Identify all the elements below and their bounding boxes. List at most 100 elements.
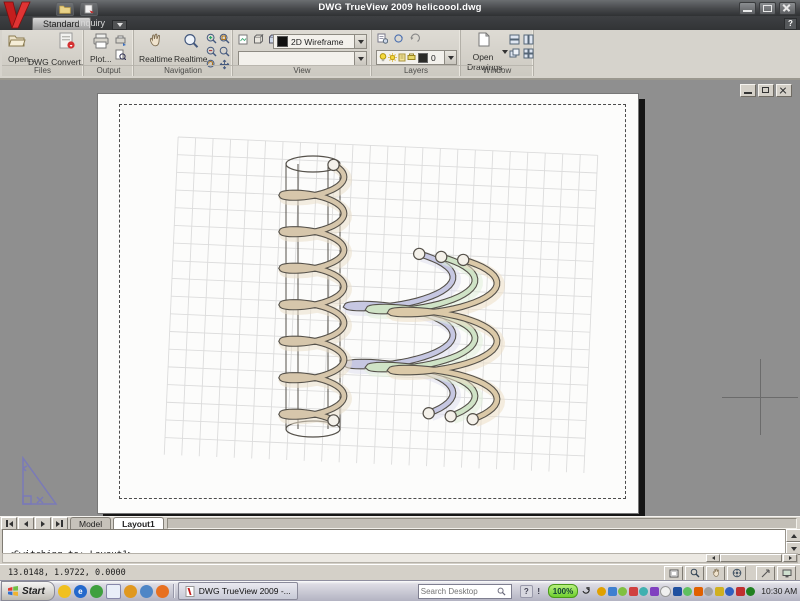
help-button[interactable]: ? <box>784 18 797 30</box>
zoom-window-icon[interactable] <box>219 33 230 44</box>
tab-overflow-button[interactable] <box>112 20 127 30</box>
tray-icon[interactable] <box>746 587 755 596</box>
quicklaunch-ie-icon[interactable]: e <box>74 585 87 598</box>
layer-previous-icon[interactable] <box>409 33 420 44</box>
panel-window-label: Window <box>461 65 533 76</box>
layer-thaw-sun-icon <box>388 53 397 62</box>
steering-wheel-button[interactable] <box>727 566 746 581</box>
taskbar-dwg-trueview-button[interactable]: DWG TrueView 2009 -... <box>178 582 298 600</box>
status-bar: 13.0148, 1.9722, 0.0000 <box>0 564 800 581</box>
hscroll-thumb[interactable] <box>720 554 782 562</box>
command-hscrollbar[interactable] <box>2 553 798 563</box>
maximize-button[interactable] <box>759 2 776 15</box>
tray-icon[interactable] <box>639 587 648 596</box>
paper-space-button[interactable] <box>664 566 683 581</box>
zoom-realtime-button[interactable]: Realtime <box>174 33 208 64</box>
tray-icon[interactable] <box>673 587 682 596</box>
pan-realtime-button[interactable]: Realtime <box>139 33 173 64</box>
dwg-convert-button[interactable]: DWG Convert... <box>46 32 88 67</box>
tile-vertical-icon[interactable] <box>523 34 534 45</box>
named-view-dropdown-button[interactable] <box>354 52 366 65</box>
named-views-icon[interactable] <box>238 34 249 45</box>
tray-alert-icon[interactable]: ! <box>536 585 542 598</box>
arrow-down-icon <box>791 547 797 551</box>
annotation-scale-button[interactable] <box>756 566 775 581</box>
quicklaunch-firefox-icon[interactable] <box>156 585 169 598</box>
tray-icon[interactable] <box>608 587 617 596</box>
quicklaunch-notes-icon[interactable] <box>106 584 121 599</box>
tray-help-icon[interactable]: ? <box>520 585 533 598</box>
battery-indicator[interactable]: 100% <box>548 584 578 598</box>
tab-inquiry[interactable]: Inquiry <box>68 17 115 29</box>
layer-states-icon[interactable] <box>393 33 404 44</box>
plot-button[interactable]: Plot... <box>90 33 112 64</box>
layer-properties-icon[interactable] <box>377 33 388 44</box>
tray-icon[interactable] <box>683 587 692 596</box>
quicklaunch-globe-icon[interactable] <box>140 585 153 598</box>
zoom-in-icon[interactable] <box>206 33 217 44</box>
drawing-canvas[interactable] <box>0 80 800 516</box>
taskbar-clock: 10:30 AM <box>761 586 797 596</box>
batch-plot-icon <box>115 35 126 46</box>
pan-tool-button[interactable] <box>706 566 725 581</box>
zoom-out-icon[interactable] <box>206 46 217 57</box>
command-vscrollbar[interactable] <box>785 529 799 555</box>
zoom-tool-button[interactable] <box>685 566 704 581</box>
cascade-icon[interactable] <box>509 48 520 59</box>
scroll-up-button[interactable] <box>786 529 800 542</box>
doc-close-button[interactable] <box>776 84 792 97</box>
tray-icon[interactable] <box>736 587 745 596</box>
layout-tab-bar: Model Layout1 <box>0 516 800 530</box>
quicklaunch-app-icon[interactable] <box>90 585 103 598</box>
panel-layers: 0 Layers <box>372 30 461 76</box>
tray-icon[interactable] <box>660 586 671 597</box>
minimize-button[interactable] <box>739 2 756 15</box>
tray-icon[interactable] <box>597 587 606 596</box>
visual-style-dropdown[interactable]: 2D Wireframe <box>273 34 367 49</box>
layer-dropdown[interactable]: 0 <box>376 50 457 65</box>
named-view-dropdown[interactable] <box>238 51 367 66</box>
panel-window: Open Drawings Window <box>461 30 534 76</box>
monitor-icon <box>782 569 792 578</box>
layer-dropdown-button[interactable] <box>444 51 456 64</box>
tray-icon[interactable] <box>694 587 703 596</box>
doc-restore-button[interactable] <box>758 84 774 97</box>
wireframe-swatch-icon <box>277 36 288 47</box>
tray-icon[interactable] <box>725 587 734 596</box>
close-button[interactable] <box>779 2 796 15</box>
folder-open-icon <box>8 33 26 49</box>
panel-output: Plot... Output <box>84 30 134 76</box>
arrow-first-icon <box>9 521 13 527</box>
tile-horizontal-icon[interactable] <box>509 34 520 45</box>
chevron-down-icon <box>117 23 123 27</box>
wheel-icon <box>732 568 742 578</box>
system-tray <box>597 586 755 597</box>
dwg-convert-icon <box>57 32 77 52</box>
tray-icon[interactable] <box>715 587 724 596</box>
doc-minimize-button[interactable] <box>740 84 756 97</box>
tray-icon[interactable] <box>704 587 713 596</box>
tray-icon[interactable] <box>629 587 638 596</box>
pan-hand-icon <box>147 33 165 49</box>
panel-navigation-label: Navigation <box>134 65 232 76</box>
tray-icon[interactable] <box>618 587 627 596</box>
scroll-left-button[interactable] <box>706 554 720 562</box>
views-cube-icon[interactable] <box>253 34 264 45</box>
visual-style-dropdown-button[interactable] <box>354 35 366 48</box>
zoom-extents-icon[interactable] <box>219 46 230 57</box>
arrange-icons-icon[interactable] <box>523 48 534 59</box>
desktop-search-box[interactable] <box>418 584 512 599</box>
scroll-right-button[interactable] <box>783 554 797 562</box>
quicklaunch-drop-icon[interactable] <box>124 585 137 598</box>
current-layer-value: 0 <box>431 53 436 63</box>
app-title-text: DWG TrueView 2009 <box>318 2 413 13</box>
panel-output-label: Output <box>84 65 133 76</box>
search-input[interactable] <box>419 587 497 596</box>
quicklaunch-messenger-icon[interactable] <box>58 585 71 598</box>
start-button[interactable]: Start <box>1 581 55 601</box>
tray-icon[interactable] <box>650 587 659 596</box>
plot-preview-button[interactable] <box>115 47 126 65</box>
layout-scrollbar-track[interactable] <box>167 518 797 529</box>
fullscreen-button[interactable] <box>777 566 796 581</box>
paper-sheet[interactable] <box>97 93 639 514</box>
